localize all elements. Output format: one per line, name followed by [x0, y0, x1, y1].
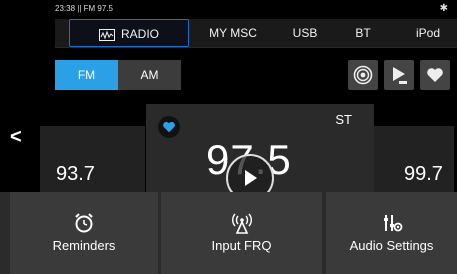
am-band-label: AM	[140, 68, 159, 82]
reminders-label: Reminders	[52, 238, 116, 253]
auto-play-icon	[393, 67, 407, 84]
reminders-button[interactable]: Reminders	[10, 192, 158, 274]
input-frequency-label: Input FRQ	[211, 238, 272, 253]
tab-ipod[interactable]: iPod	[399, 19, 457, 47]
audio-settings-label: Audio Settings	[349, 238, 434, 253]
tab-usb[interactable]: USB	[277, 19, 333, 47]
scan-radar-icon	[353, 65, 373, 85]
auto-play-button[interactable]	[384, 60, 414, 90]
play-icon	[245, 170, 257, 186]
source-tabs: RADIO MY MSC USB BT iPod	[55, 19, 457, 48]
next-frequency: 99.7	[404, 163, 443, 185]
fm-band-button[interactable]: FM	[55, 60, 118, 90]
tab-radio-label: RADIO	[120, 27, 159, 41]
tab-usb-label: USB	[292, 26, 318, 40]
radio-wave-icon	[98, 28, 115, 41]
status-time: 23:38 || FM 97.5	[55, 4, 113, 13]
input-frequency-button[interactable]: Input FRQ	[161, 192, 322, 274]
chevron-left-icon[interactable]: <	[10, 126, 22, 149]
antenna-icon	[231, 213, 252, 234]
tab-ipod-label: iPod	[415, 26, 441, 40]
alarm-clock-icon	[75, 213, 93, 233]
tab-radio[interactable]: RADIO	[69, 19, 189, 47]
bottom-action-bar: Reminders Input FRQ Audio Settings	[0, 192, 457, 274]
bluetooth-icon: ✱	[439, 3, 448, 14]
tab-bt[interactable]: BT	[337, 19, 389, 47]
scan-button[interactable]	[348, 60, 378, 90]
audio-settings-button[interactable]: Audio Settings	[326, 192, 457, 274]
stereo-tag: ST	[335, 112, 352, 127]
equalizer-icon	[383, 215, 402, 232]
previous-frequency: 93.7	[56, 163, 95, 185]
station-card-previous[interactable]: 93.7	[40, 126, 145, 192]
favorites-button[interactable]	[420, 60, 450, 90]
tab-bt-label: BT	[355, 26, 371, 40]
station-card-current: ST 97.5	[146, 104, 374, 202]
radio-screen: 23:38 || FM 97.5 ✱ RADIO MY MSC USB BT i…	[0, 0, 457, 274]
heart-icon	[427, 68, 443, 82]
station-card-next[interactable]: 99.7	[374, 126, 454, 192]
am-band-button[interactable]: AM	[118, 60, 181, 90]
tab-my-music[interactable]: MY MSC	[193, 19, 273, 47]
tab-my-music-label: MY MSC	[209, 26, 257, 40]
status-bar: 23:38 || FM 97.5 ✱	[55, 3, 450, 16]
fm-band-label: FM	[77, 68, 96, 82]
favorite-heart-icon[interactable]	[158, 116, 180, 138]
